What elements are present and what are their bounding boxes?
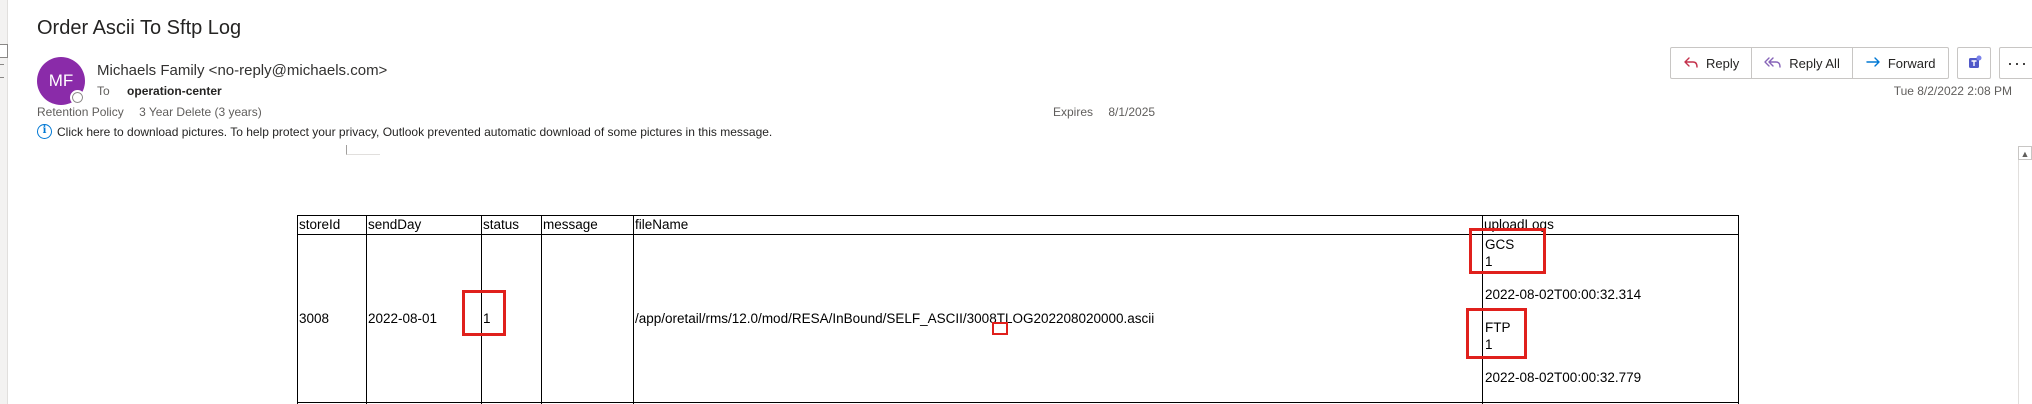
reply-button-group: Reply Reply All Forward (1670, 47, 1949, 79)
upload-time-ftp: 2022-08-02T00:00:32.779 (1485, 370, 1642, 385)
upload-target-ftp: FTP (1485, 320, 1511, 335)
table-row: 3008 2022-08-01 1 /app/oretail/rms/12.0/… (297, 234, 1739, 403)
upload-time-gcs: 2022-08-02T00:00:32.314 (1485, 287, 1642, 302)
recipient-name[interactable]: operation-center (127, 84, 222, 98)
teams-icon (1968, 55, 1982, 68)
forward-button[interactable]: Forward (1853, 48, 1948, 78)
to-label: To (97, 84, 110, 98)
pane-divider-mark (0, 64, 4, 78)
upload-target-gcs: GCS (1485, 237, 1515, 252)
file-name-cell: /app/oretail/rms/12.0/mod/RESA/InBound/S… (633, 234, 1483, 403)
column-header: uploadLogs (1482, 215, 1739, 235)
column-header: message (541, 215, 634, 235)
reply-all-arrow-icon (1764, 57, 1781, 68)
recipients-row: To operation-center (97, 84, 222, 98)
retention-value: 3 Year Delete (3 years) (139, 105, 262, 119)
scroll-up-arrow-icon[interactable]: ▲ (2018, 146, 2032, 160)
email-subject: Order Ascii To Sftp Log (37, 17, 242, 39)
received-date: Tue 8/2/2022 2:08 PM (1893, 84, 2012, 98)
download-pictures-banner[interactable]: i Click here to download pictures. To he… (37, 124, 772, 139)
sender-name[interactable]: Michaels Family <no-reply@michaels.com> (97, 62, 387, 79)
more-actions-button[interactable]: ··· (1998, 47, 2032, 79)
expires-info: Expires 8/1/2025 (1053, 105, 1155, 119)
expires-label: Expires (1053, 105, 1094, 119)
reply-label: Reply (1706, 55, 1740, 71)
body-scrollbar[interactable] (2018, 146, 2032, 404)
download-pictures-text[interactable]: Click here to download pictures. To help… (57, 125, 772, 139)
expires-value: 8/1/2025 (1108, 105, 1156, 119)
status-cell: 1 (481, 234, 542, 403)
column-header: storeId (297, 215, 367, 235)
forward-label: Forward (1887, 55, 1936, 71)
info-circle-icon: i (37, 124, 52, 139)
message-cell (541, 234, 634, 403)
teams-button[interactable] (1956, 47, 1991, 79)
collapse-pane-handle[interactable] (0, 44, 8, 58)
message-actions: Reply Reply All Forward ··· (1670, 47, 2032, 79)
column-header: fileName (633, 215, 1483, 235)
upload-status-ftp: 1 (1485, 337, 1493, 352)
column-header: sendDay (366, 215, 482, 235)
column-header: status (481, 215, 542, 235)
table-header-row: storeId sendDay status message fileName … (297, 215, 1739, 235)
reply-arrow-icon (1684, 57, 1698, 68)
send-day-cell: 2022-08-01 (366, 234, 482, 403)
forward-arrow-icon (1866, 57, 1880, 67)
reply-button[interactable]: Reply (1671, 48, 1753, 78)
left-rail (0, 0, 8, 404)
upload-logs-cell: GCS 1 2022-08-02T00:00:32.314 FTP 1 2022… (1482, 234, 1739, 403)
upload-log-table: storeId sendDay status message fileName … (297, 215, 1739, 404)
reply-all-label: Reply All (1789, 55, 1840, 71)
store-id-cell: 3008 (297, 234, 367, 403)
reply-all-button[interactable]: Reply All (1752, 48, 1853, 78)
presence-status-icon (70, 90, 85, 105)
blocked-image-placeholder (346, 145, 380, 155)
upload-status-gcs: 1 (1485, 254, 1493, 269)
retention-label: Retention Policy (37, 105, 124, 119)
retention-policy: Retention Policy 3 Year Delete (3 years) (37, 105, 262, 119)
